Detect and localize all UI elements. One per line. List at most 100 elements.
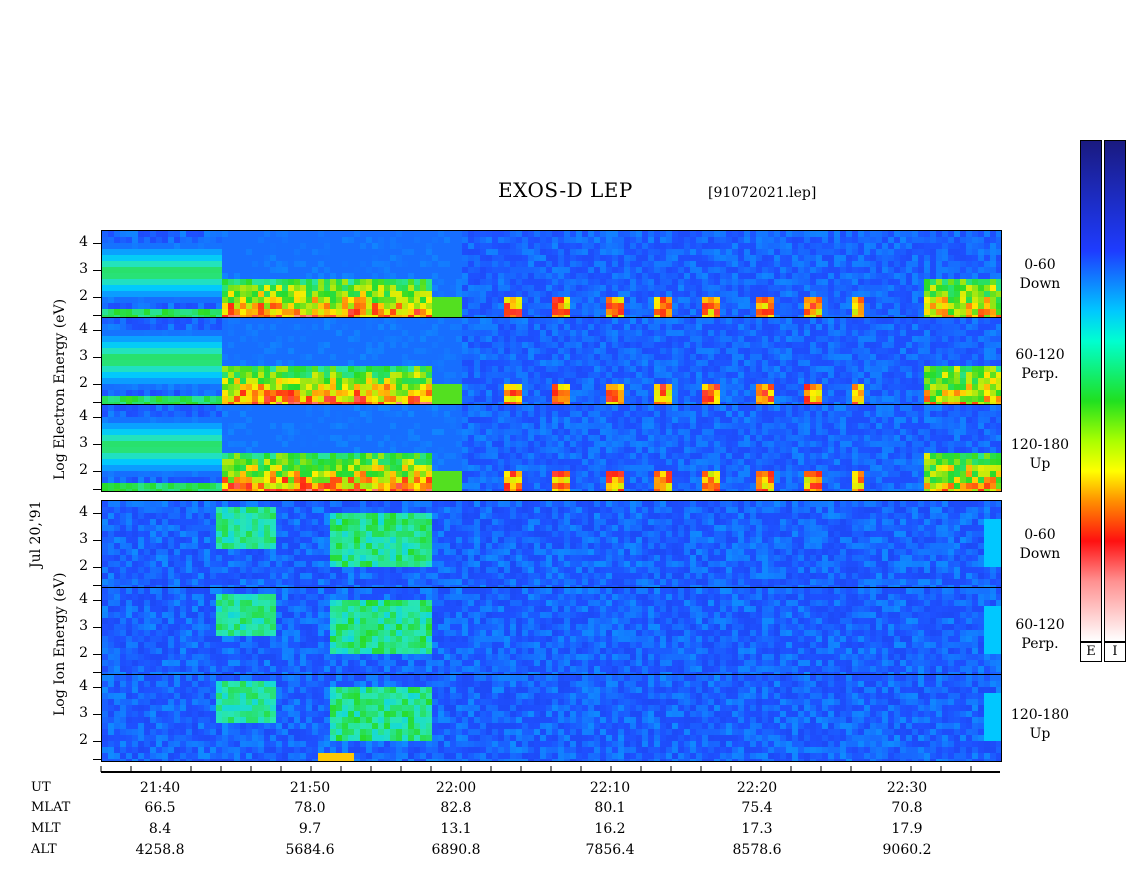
heatmap-cell — [156, 318, 162, 324]
heatmap-cell — [642, 291, 648, 297]
heatmap-cell — [102, 453, 108, 459]
heatmap-cell — [600, 231, 606, 237]
heatmap-cell — [504, 279, 510, 285]
heatmap-cell — [144, 471, 150, 477]
heatmap-cell — [234, 429, 240, 435]
heatmap-cell — [402, 267, 408, 273]
heatmap-cell — [318, 336, 324, 342]
heatmap-cell — [840, 249, 846, 255]
heatmap-cell — [582, 354, 588, 360]
heatmap-cell — [930, 318, 936, 324]
heatmap-cell — [924, 231, 930, 237]
heatmap-cell — [150, 255, 156, 261]
heatmap-cell — [978, 255, 984, 261]
heatmap-cell — [108, 336, 114, 342]
heatmap-cell — [276, 231, 282, 237]
heatmap-cell — [816, 285, 822, 291]
heatmap-cell — [102, 417, 108, 423]
heatmap-cell — [966, 348, 972, 354]
heatmap-cell — [954, 249, 960, 255]
heatmap-cell — [120, 249, 126, 255]
heatmap-cell — [576, 384, 582, 390]
heatmap-cell — [402, 273, 408, 279]
heatmap-cell — [810, 255, 816, 261]
heatmap-cell — [924, 279, 930, 285]
heatmap-cell — [936, 372, 942, 378]
heatmap-cell — [882, 330, 888, 336]
heatmap-cell — [756, 255, 762, 261]
heatmap-cell — [222, 378, 228, 384]
heatmap-cell — [684, 372, 690, 378]
heatmap-cell — [732, 384, 738, 390]
heatmap-cell — [990, 237, 996, 243]
heatmap-cell — [222, 324, 228, 330]
heatmap-cell — [246, 471, 252, 477]
heatmap-cell — [984, 354, 990, 360]
heatmap-cell — [738, 249, 744, 255]
heatmap-cell — [252, 441, 258, 447]
heatmap-cell — [420, 231, 426, 237]
heatmap-cell — [348, 249, 354, 255]
heatmap-cell — [390, 342, 396, 348]
heatmap-cell — [312, 291, 318, 297]
heatmap-cell — [528, 273, 534, 279]
heatmap-cell — [546, 378, 552, 384]
heatmap-cell — [300, 366, 306, 372]
heatmap-cell — [408, 330, 414, 336]
heatmap-cell — [798, 237, 804, 243]
heatmap-cell — [540, 366, 546, 372]
heatmap-cell — [510, 291, 516, 297]
heatmap-cell — [912, 396, 918, 402]
heatmap-cell — [648, 384, 654, 390]
heatmap-cell — [708, 261, 714, 267]
heatmap-cell — [960, 261, 966, 267]
heatmap-cell — [936, 348, 942, 354]
heatmap-cell — [912, 336, 918, 342]
heatmap-cell — [858, 336, 864, 342]
heatmap-cell — [924, 318, 930, 324]
heatmap-cell — [288, 330, 294, 336]
heatmap-cell — [138, 477, 144, 483]
heatmap-cell — [252, 435, 258, 441]
heatmap-cell — [696, 372, 702, 378]
heatmap-cell — [228, 237, 234, 243]
heatmap-cell — [720, 366, 726, 372]
heatmap-cell — [912, 285, 918, 291]
heatmap-cell — [270, 273, 276, 279]
heatmap-cell — [288, 396, 294, 402]
heatmap-cell — [618, 303, 624, 309]
heatmap-cell — [816, 336, 822, 342]
heatmap-cell — [858, 390, 864, 396]
heatmap-cell — [372, 324, 378, 330]
heatmap-cell — [834, 303, 840, 309]
heatmap-cell — [492, 366, 498, 372]
heatmap-cell — [408, 237, 414, 243]
heatmap-cell — [870, 273, 876, 279]
heatmap-cell — [726, 390, 732, 396]
heatmap-cell — [738, 273, 744, 279]
heatmap-cell — [366, 354, 372, 360]
heatmap-cell — [834, 384, 840, 390]
heatmap-cell — [204, 411, 210, 417]
heatmap-cell — [252, 249, 258, 255]
heatmap-cell — [516, 303, 522, 309]
heatmap-cell — [906, 372, 912, 378]
heatmap-cell — [192, 237, 198, 243]
heatmap-cell — [816, 273, 822, 279]
heatmap-cell — [828, 390, 834, 396]
heatmap-cell — [714, 396, 720, 402]
heatmap-cell — [576, 267, 582, 273]
heatmap-cell — [828, 267, 834, 273]
heatmap-cell — [132, 366, 138, 372]
heatmap-cell — [396, 303, 402, 309]
heatmap-cell — [732, 396, 738, 402]
heatmap-cell — [732, 261, 738, 267]
heatmap-cell — [750, 267, 756, 273]
heatmap-cell — [450, 243, 456, 249]
heatmap-cell — [198, 297, 204, 303]
heatmap-cell — [192, 465, 198, 471]
heatmap-cell — [390, 249, 396, 255]
heatmap-cell — [630, 360, 636, 366]
heatmap-cell — [348, 261, 354, 267]
heatmap-cell — [342, 360, 348, 366]
